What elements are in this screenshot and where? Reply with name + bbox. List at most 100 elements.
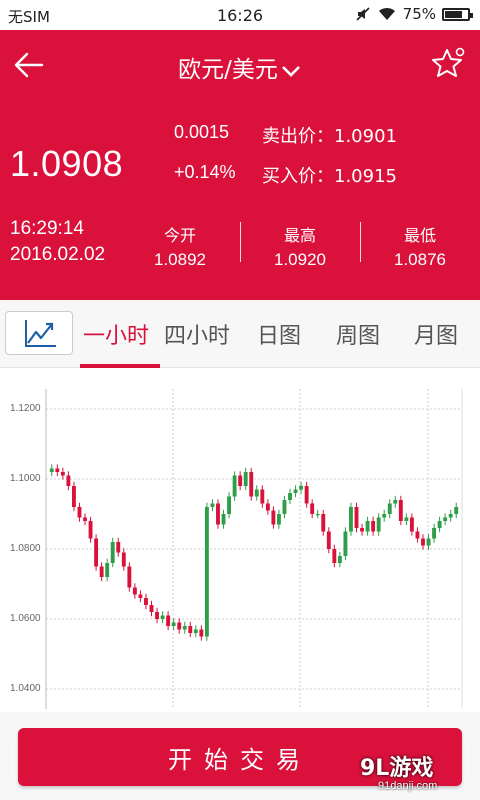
candle-body bbox=[426, 538, 431, 546]
candle bbox=[121, 548, 126, 571]
candle bbox=[288, 488, 292, 505]
candle bbox=[177, 618, 182, 634]
candle bbox=[343, 527, 348, 561]
candle bbox=[116, 537, 121, 557]
candle bbox=[276, 509, 281, 529]
candle-body bbox=[132, 587, 137, 595]
quote-date: 2016.02.02 bbox=[10, 244, 106, 265]
candle-body bbox=[99, 566, 104, 577]
candle-body bbox=[144, 598, 148, 605]
candle bbox=[387, 499, 392, 519]
candle bbox=[354, 502, 359, 533]
candle-body bbox=[354, 507, 359, 528]
candle-body bbox=[232, 475, 237, 497]
candle-body bbox=[177, 622, 182, 630]
stat-low: 最低 1.0876 bbox=[360, 222, 480, 270]
candle-body bbox=[227, 496, 232, 514]
candle bbox=[66, 471, 71, 491]
candle-body bbox=[49, 468, 54, 472]
wifi-icon bbox=[378, 7, 395, 20]
candle bbox=[88, 516, 93, 543]
candle-body bbox=[77, 507, 82, 518]
candle-body bbox=[83, 517, 87, 521]
candle bbox=[310, 499, 315, 519]
candle bbox=[299, 481, 304, 494]
watermark-url: 91danji.com bbox=[378, 780, 438, 792]
candle bbox=[105, 558, 110, 582]
candle-body bbox=[337, 556, 342, 563]
tab-daily[interactable]: 日图 bbox=[257, 318, 301, 350]
candle bbox=[132, 583, 137, 599]
candle bbox=[110, 537, 115, 568]
timeframe-tabs: 一小时 四小时 日图 周图 月图 bbox=[0, 300, 480, 368]
candle bbox=[376, 513, 381, 536]
candle bbox=[138, 590, 143, 603]
candle bbox=[337, 551, 342, 568]
candle-body bbox=[182, 626, 187, 630]
candle bbox=[166, 611, 171, 631]
candle bbox=[321, 509, 326, 536]
candle-body bbox=[421, 538, 425, 546]
candle bbox=[415, 527, 420, 543]
line-chart-icon bbox=[25, 320, 56, 347]
candle-body bbox=[398, 500, 403, 521]
candle bbox=[144, 593, 148, 610]
candle-body bbox=[360, 528, 364, 532]
buy-price-label: 买入价： bbox=[262, 166, 334, 187]
tab-1h[interactable]: 一小时 bbox=[83, 318, 149, 350]
candle-body bbox=[393, 500, 398, 504]
candle bbox=[149, 600, 154, 617]
candle-body bbox=[315, 514, 320, 516]
candle-body bbox=[271, 510, 276, 525]
candle bbox=[188, 621, 193, 638]
candle bbox=[238, 471, 243, 491]
tab-monthly[interactable]: 月图 bbox=[414, 318, 458, 350]
candle bbox=[265, 499, 270, 515]
candle-body bbox=[282, 500, 287, 514]
candle-body bbox=[448, 514, 453, 518]
watermark: 9L游戏 91danji.com bbox=[334, 748, 474, 798]
candle-body bbox=[437, 521, 442, 528]
candle bbox=[182, 621, 187, 634]
pair-selector[interactable]: 欧元/美元 bbox=[0, 50, 480, 84]
watermark-brand: 9L游戏 bbox=[360, 756, 434, 781]
candle-body bbox=[188, 626, 193, 633]
chevron-down-icon bbox=[281, 65, 300, 77]
status-bar: 无SIM 16:26 75% bbox=[0, 0, 480, 30]
quote-time: 16:29:14 bbox=[10, 218, 84, 239]
candle-body bbox=[260, 489, 265, 504]
candle-body bbox=[110, 542, 115, 563]
tab-4h[interactable]: 四小时 bbox=[164, 318, 230, 350]
candle-body bbox=[127, 566, 132, 588]
candle bbox=[443, 513, 448, 526]
stat-open-label: 今开 bbox=[163, 226, 196, 245]
candle-body bbox=[105, 563, 110, 577]
candle-body bbox=[276, 514, 281, 525]
candle bbox=[55, 464, 60, 477]
candle-body bbox=[365, 521, 370, 532]
candle-body bbox=[155, 612, 159, 619]
stat-low-label: 最低 bbox=[403, 226, 436, 245]
candle-body bbox=[94, 538, 99, 567]
candle-body bbox=[293, 489, 298, 493]
tab-weekly[interactable]: 周图 bbox=[336, 318, 380, 350]
candle-body bbox=[265, 503, 270, 511]
candle-body bbox=[254, 489, 259, 497]
candle bbox=[365, 516, 370, 536]
candle-body bbox=[60, 472, 65, 476]
candle-body bbox=[121, 552, 126, 567]
candle bbox=[60, 467, 65, 480]
candle bbox=[332, 544, 337, 568]
candle bbox=[193, 625, 198, 638]
favorite-star-icon[interactable] bbox=[430, 44, 468, 82]
price-change-percent: +0.14% bbox=[174, 162, 236, 182]
candle-body bbox=[432, 528, 437, 539]
price-chart-panel[interactable]: 1.1200 1.1000 1.0800 1.0600 1.0400 bbox=[0, 368, 480, 718]
quote-header: 欧元/美元 1.0908 0.0015 +0.14% 卖出价：1.0901 买入… bbox=[0, 30, 480, 300]
candle bbox=[171, 618, 176, 631]
candle-body bbox=[238, 475, 243, 486]
candle bbox=[199, 625, 204, 641]
sell-price-label: 卖出价： bbox=[262, 126, 334, 147]
candle-body bbox=[321, 514, 326, 532]
chart-type-button[interactable] bbox=[5, 311, 73, 355]
